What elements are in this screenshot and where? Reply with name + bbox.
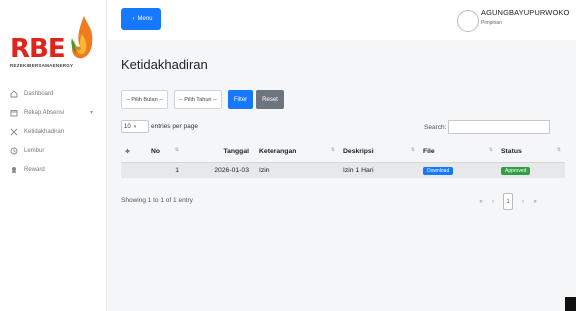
- column-file[interactable]: File ⇅: [419, 140, 497, 163]
- column-label: Keterangan: [259, 147, 297, 155]
- sidebar-nav: Dashboard Rekap Absensi ▾ Ketidakhadiran…: [9, 84, 101, 179]
- prev-page-button[interactable]: ‹: [487, 199, 499, 205]
- brand-logo[interactable]: RBE REZEKIBERSAMAENERGY: [8, 14, 96, 70]
- table-search: Search:: [424, 120, 551, 134]
- select-column-header[interactable]: ≑: [121, 140, 147, 163]
- cell-file: Download: [419, 162, 497, 178]
- cell-keterangan: Izin: [255, 162, 339, 178]
- chevron-down-icon[interactable]: ▾: [90, 109, 93, 116]
- corner-block: [565, 297, 576, 311]
- sidebar-item-label: Reward: [24, 166, 45, 173]
- cell-deskripsi: Izin 1 Hari: [339, 162, 419, 178]
- entries-value: 10: [124, 123, 131, 130]
- sidebar-item-label: Rekap Absensi: [24, 109, 65, 116]
- page-button-1[interactable]: 1: [503, 193, 513, 210]
- avatar[interactable]: [457, 10, 479, 32]
- entries-per-page: 10 ▾ entries per page: [121, 120, 198, 133]
- chevron-left-icon: ‹: [132, 16, 135, 22]
- user-name[interactable]: AGUNGBAYUPURWOKO: [481, 8, 569, 17]
- filter-button[interactable]: Filter: [227, 90, 254, 109]
- sort-icon: ⇅: [174, 147, 179, 153]
- column-label: Deskripsi: [343, 147, 374, 155]
- sort-icon: ⇅: [556, 147, 561, 153]
- cell-tanggal: 2026-01-03: [183, 162, 255, 178]
- sidebar-item-label: Lembur: [24, 147, 45, 154]
- sort-icon: ⇅: [410, 147, 415, 153]
- column-status[interactable]: Status ⇅: [497, 140, 565, 163]
- column-label: Tanggal: [223, 147, 249, 155]
- search-input[interactable]: [448, 120, 551, 134]
- search-label: Search:: [424, 123, 447, 131]
- next-page-button[interactable]: ›: [517, 199, 529, 205]
- table-header-row: ≑ No ⇅ Tanggal Keterangan ⇅ Deskripsi ⇅ Fil…: [121, 140, 565, 163]
- table-cell: [121, 162, 147, 178]
- x-icon: [9, 127, 18, 136]
- sidebar-item-reward[interactable]: Reward: [9, 160, 101, 179]
- user-role: Pimpinan: [481, 20, 502, 26]
- sidebar-item-ketidakhadiran[interactable]: Ketidakhadiran: [9, 122, 101, 141]
- flame-icon: [71, 16, 93, 59]
- clock-icon: [9, 146, 18, 155]
- column-no[interactable]: No ⇅: [147, 140, 183, 163]
- home-icon: [9, 89, 18, 98]
- column-label: Status: [501, 147, 522, 155]
- filter-bar: -- Pilih Bulan -- -- Pilih Tahun -- Filt…: [121, 90, 284, 109]
- chevron-down-icon: ▾: [133, 123, 137, 130]
- sidebar-item-lembur[interactable]: Lembur: [9, 141, 101, 160]
- menu-button[interactable]: ‹ Menu: [121, 8, 161, 30]
- main-content: ‹ Menu AGUNGBAYUPURWOKO Pimpinan Ketidak…: [107, 0, 576, 311]
- reset-button[interactable]: Reset: [256, 90, 284, 109]
- month-select[interactable]: -- Pilih Bulan --: [121, 90, 168, 109]
- menu-label: Menu: [137, 16, 153, 22]
- entries-label: entries per page: [151, 123, 198, 130]
- year-select[interactable]: -- Pilih Tahun --: [174, 90, 222, 109]
- cell-no: 1: [147, 162, 183, 178]
- sort-icon: ≑: [125, 148, 131, 155]
- pagination: « ‹ 1 › »: [475, 193, 541, 210]
- calendar-icon: [9, 108, 18, 117]
- column-deskripsi[interactable]: Deskripsi ⇅: [339, 140, 419, 163]
- first-page-button[interactable]: «: [475, 199, 487, 205]
- sidebar-item-label: Ketidakhadiran: [24, 128, 65, 135]
- column-keterangan[interactable]: Keterangan ⇅: [255, 140, 339, 163]
- status-badge: Approved: [501, 166, 531, 175]
- logo-tagline: REZEKIBERSAMAENERGY: [10, 63, 74, 68]
- logo-text: RBE: [10, 34, 66, 64]
- table-info: Showing 1 to 1 of 1 entry: [121, 197, 193, 204]
- sidebar-item-label: Dashboard: [24, 90, 54, 97]
- last-page-button[interactable]: »: [529, 199, 541, 205]
- column-tanggal[interactable]: Tanggal: [183, 140, 255, 163]
- sidebar-item-rekap-absensi[interactable]: Rekap Absensi ▾: [9, 103, 101, 122]
- table-row: 1 2026-01-03 Izin Izin 1 Hari Download A…: [121, 162, 565, 178]
- sidebar-item-dashboard[interactable]: Dashboard: [9, 84, 101, 103]
- page-title: Ketidakhadiran: [121, 57, 208, 72]
- absence-table: ≑ No ⇅ Tanggal Keterangan ⇅ Deskripsi ⇅ Fil…: [121, 140, 565, 178]
- sidebar: RBE REZEKIBERSAMAENERGY Dashboard Rekap …: [0, 0, 107, 311]
- sort-icon: ⇅: [330, 147, 335, 153]
- sort-icon: ⇅: [488, 147, 493, 153]
- column-label: No: [151, 147, 161, 155]
- topbar: ‹ Menu AGUNGBAYUPURWOKO Pimpinan: [107, 0, 576, 40]
- cell-status: Approved: [497, 162, 565, 178]
- award-icon: [9, 165, 18, 174]
- download-button[interactable]: Download: [423, 166, 454, 175]
- column-label: File: [423, 147, 435, 155]
- entries-select[interactable]: 10 ▾: [121, 120, 149, 133]
